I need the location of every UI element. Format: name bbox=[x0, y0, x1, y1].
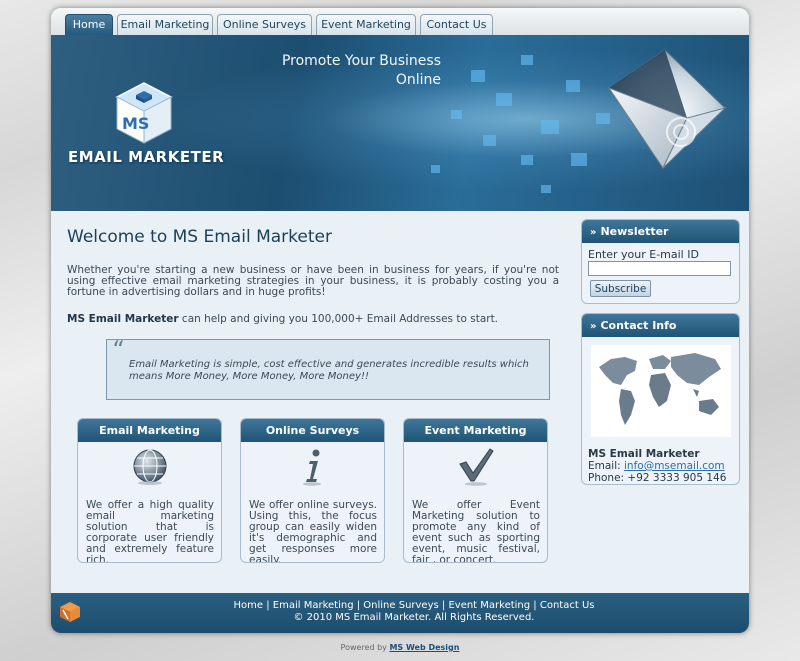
slogan-line-2: Online bbox=[395, 72, 441, 88]
feature-text: We offer a high quality email marketing … bbox=[86, 499, 214, 563]
subscribe-button[interactable]: Subscribe bbox=[590, 280, 651, 297]
tab-contact-us[interactable]: Contact Us bbox=[420, 14, 493, 35]
feature-text: We offer Event Marketing solution to pro… bbox=[412, 499, 540, 563]
logo-text: EMAIL MARKETER bbox=[68, 148, 225, 166]
footer-link-email-marketing[interactable]: Email Marketing bbox=[273, 600, 354, 611]
help-text: can help and giving you 100,000+ Email A… bbox=[178, 313, 499, 325]
feature-text: We offer online surveys. Using this, the… bbox=[249, 499, 377, 563]
quote-icon: “ bbox=[112, 336, 125, 364]
world-map-icon bbox=[591, 345, 731, 437]
quote-box: “ Email Marketing is simple, cost effect… bbox=[106, 336, 550, 400]
feature-title: Online Surveys bbox=[241, 419, 384, 442]
info-icon bbox=[302, 449, 321, 486]
feature-title: Event Marketing bbox=[404, 419, 547, 442]
feature-email-marketing: Email Marketing We offer a high quality … bbox=[77, 418, 222, 563]
slogan-line-1: Promote Your Business bbox=[281, 53, 441, 69]
top-navigation: Home Email Marketing Online Surveys Even… bbox=[51, 8, 749, 35]
quote-text: Email Marketing is simple, cost effectiv… bbox=[129, 359, 529, 382]
feature-title: Email Marketing bbox=[78, 419, 221, 442]
footer-link-contact-us[interactable]: Contact Us bbox=[540, 600, 595, 611]
footer-link-home[interactable]: Home bbox=[234, 600, 264, 611]
contact-name: MS Email Marketer bbox=[588, 448, 700, 460]
contact-header: » Contact Info bbox=[582, 314, 739, 337]
powered-prefix: Powered by bbox=[340, 643, 390, 652]
page-frame: Home Email Marketing Online Surveys Even… bbox=[51, 8, 749, 633]
svg-text:MS: MS bbox=[122, 114, 149, 133]
newsletter-panel: » Newsletter Enter your E-mail ID Subscri… bbox=[581, 219, 740, 304]
contact-title: Contact Info bbox=[600, 319, 677, 332]
tab-email-marketing[interactable]: Email Marketing bbox=[117, 14, 213, 35]
feature-event-marketing: Event Marketing We offer Event Marketing… bbox=[403, 418, 548, 563]
email-label-text: Email: bbox=[588, 460, 625, 472]
globe-icon bbox=[133, 449, 166, 485]
banner-slogan: Promote Your Business Online bbox=[201, 52, 441, 90]
footer-nav: Home | Email Marketing | Online Surveys … bbox=[233, 600, 595, 611]
powered-by: Powered by MS Web Design bbox=[0, 643, 800, 652]
copyright: © 2010 MS Email Marketer. All Rights Res… bbox=[293, 612, 535, 623]
help-brand: MS Email Marketer bbox=[67, 313, 179, 325]
checkmark-icon bbox=[458, 448, 494, 486]
logo-cube-icon: MS bbox=[115, 82, 173, 144]
envelope-icon bbox=[607, 49, 727, 170]
page-title: Welcome to MS Email Marketer bbox=[67, 227, 332, 247]
chevron-right-icon: » bbox=[590, 227, 597, 238]
footer-link-event-marketing[interactable]: Event Marketing bbox=[448, 600, 530, 611]
contact-panel: » Contact Info MS Email Marketer Email: i… bbox=[581, 313, 740, 485]
email-link[interactable]: info@msemail.com bbox=[624, 460, 725, 472]
newsletter-title: Newsletter bbox=[600, 225, 669, 238]
footer: Home | Email Marketing | Online Surveys … bbox=[51, 593, 749, 633]
tab-home[interactable]: Home bbox=[65, 14, 113, 35]
email-input[interactable] bbox=[588, 261, 731, 276]
feature-online-surveys: Online Surveys We offer online surveys. … bbox=[240, 418, 385, 563]
chevron-right-icon: » bbox=[590, 321, 597, 332]
contact-email-line: Email: info@msemail.com bbox=[588, 460, 725, 472]
email-label: Enter your E-mail ID bbox=[588, 248, 699, 261]
intro-paragraph: Whether you're starting a new business o… bbox=[67, 264, 559, 298]
newsletter-header: » Newsletter bbox=[582, 220, 739, 243]
tab-online-surveys[interactable]: Online Surveys bbox=[217, 14, 312, 35]
header-banner: Promote Your Business Online MS EMAIL MA… bbox=[51, 35, 749, 211]
contact-phone: Phone: +92 3333 905 146 bbox=[588, 472, 727, 484]
powered-by-link[interactable]: MS Web Design bbox=[389, 643, 459, 652]
tab-event-marketing[interactable]: Event Marketing bbox=[316, 14, 416, 35]
help-paragraph: MS Email Marketer can help and giving yo… bbox=[67, 313, 498, 325]
footer-link-online-surveys[interactable]: Online Surveys bbox=[363, 600, 438, 611]
